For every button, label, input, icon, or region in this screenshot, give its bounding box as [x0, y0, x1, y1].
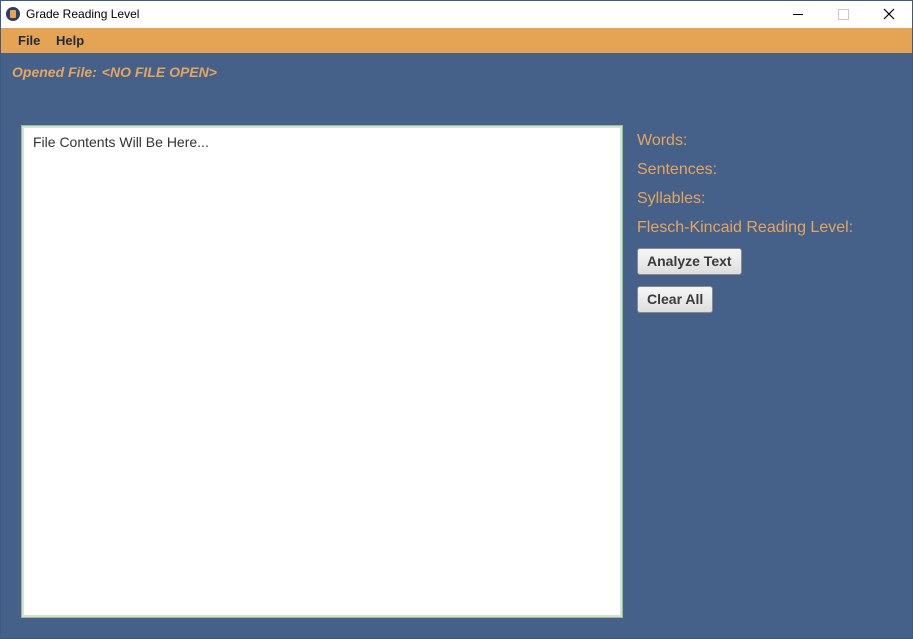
file-contents-textarea[interactable]: File Contents Will Be Here... — [21, 125, 623, 618]
menu-help[interactable]: Help — [56, 33, 84, 48]
clear-all-button[interactable]: Clear All — [637, 286, 714, 313]
menu-bar: File Help — [1, 28, 912, 53]
file-contents-text: File Contents Will Be Here... — [33, 134, 209, 150]
opened-file-value: <NO FILE OPEN> — [101, 64, 217, 80]
minimize-icon — [793, 14, 803, 15]
analyze-text-button[interactable]: Analyze Text — [637, 248, 742, 275]
minimize-button[interactable] — [775, 1, 821, 28]
words-label: Words: — [637, 132, 688, 149]
close-button[interactable] — [866, 1, 912, 28]
syllables-label: Syllables: — [637, 190, 706, 207]
menu-file[interactable]: File — [18, 33, 40, 48]
title-bar[interactable]: Grade Reading Level — [1, 1, 912, 28]
sentences-label: Sentences: — [637, 161, 718, 178]
maximize-button[interactable] — [820, 1, 866, 28]
opened-file-status: Opened File: <NO FILE OPEN> — [12, 64, 217, 80]
app-book-icon — [6, 7, 20, 21]
close-icon — [883, 8, 895, 20]
opened-file-label: Opened File: — [12, 64, 97, 80]
maximize-icon — [838, 9, 849, 20]
window-title: Grade Reading Level — [26, 7, 140, 21]
app-window: Grade Reading Level File Help Opened Fil… — [0, 0, 913, 639]
flesch-kincaid-label: Flesch-Kincaid Reading Level: — [637, 219, 854, 236]
